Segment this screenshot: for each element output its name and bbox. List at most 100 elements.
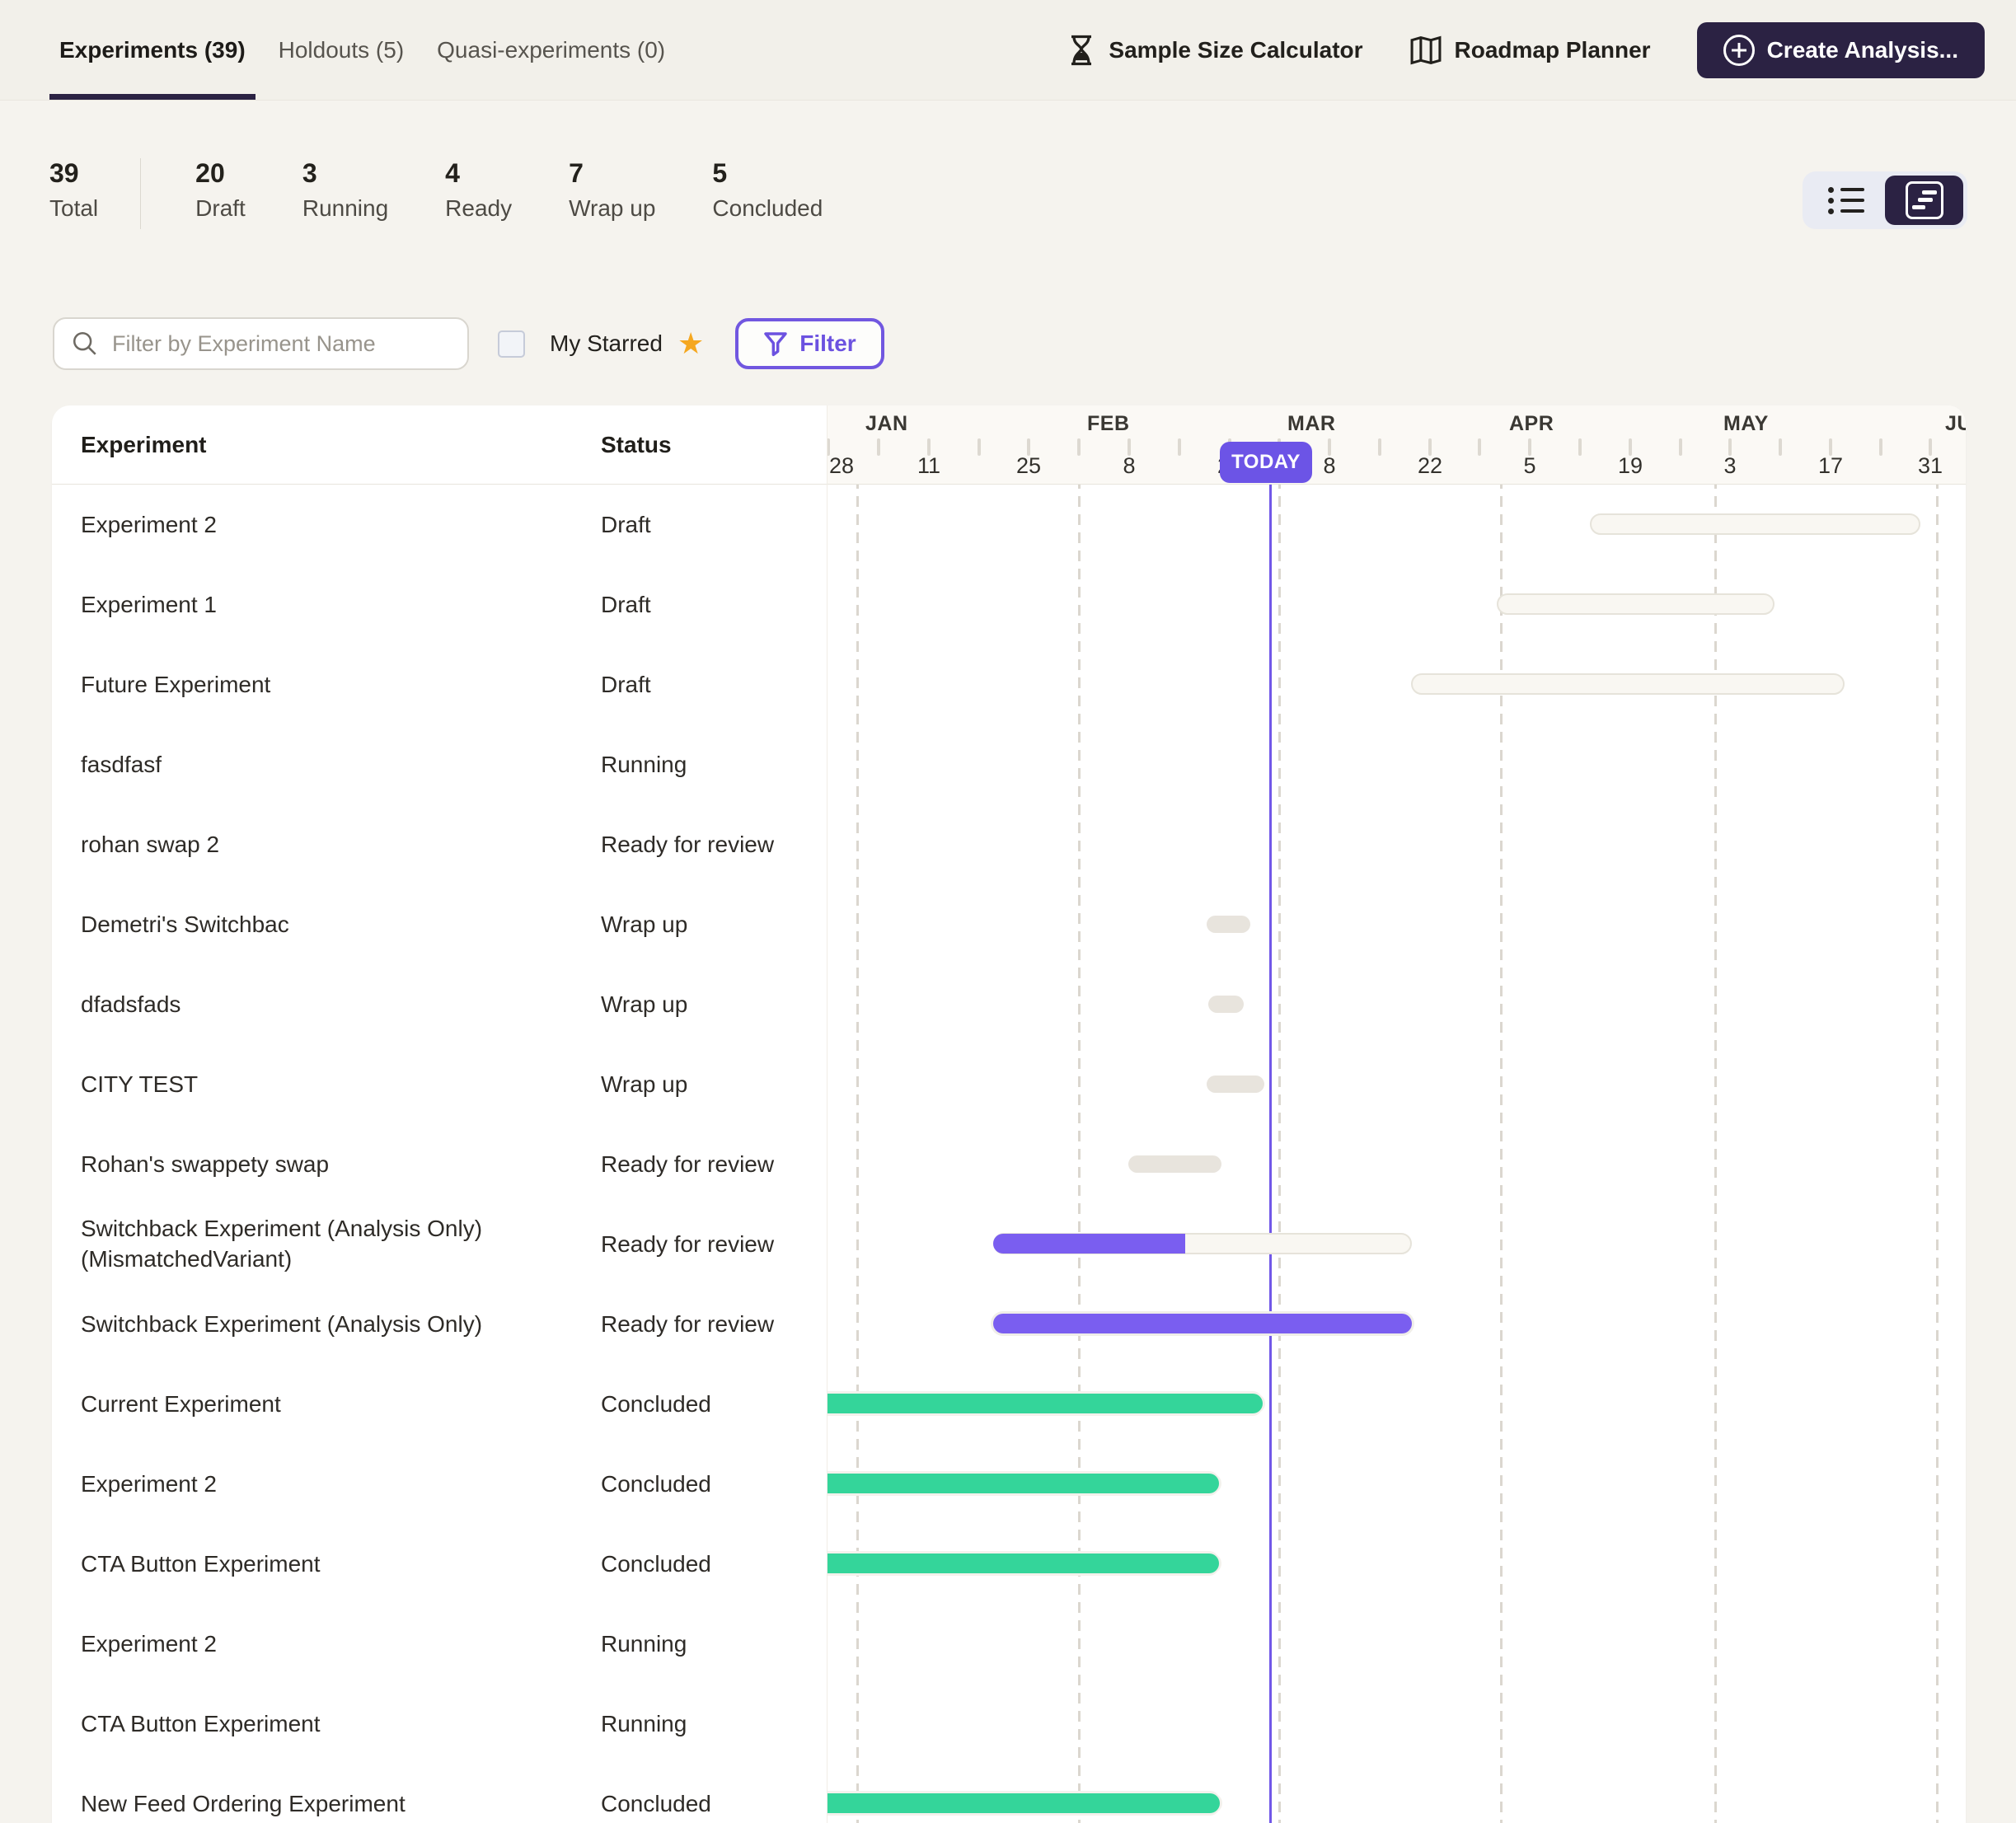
gantt-bar-wrapup[interactable] [1207,1076,1264,1093]
experiment-status: Ready for review [601,1229,774,1260]
experiments-panel: Experiment Status Experiment 2DraftExper… [52,405,1966,1823]
gantt-bar-draft[interactable] [1590,513,1920,535]
table-row[interactable]: Experiment 2Draft [52,485,827,565]
stat-label: Draft [195,195,246,222]
star-icon: ★ [677,329,704,359]
experiment-status: Ready for review [601,1149,774,1180]
date-label: 17 [1818,453,1843,479]
week-tick [1378,438,1381,456]
create-analysis-label: Create Analysis... [1767,37,1958,63]
experiment-name: Experiment 2 [81,1469,567,1500]
table-row[interactable]: Switchback Experiment (Analysis Only)Rea… [52,1284,827,1364]
month-gridline [1936,405,1939,1823]
tool-label: Sample Size Calculator [1109,37,1362,63]
table-row[interactable]: Switchback Experiment (Analysis Only) (M… [52,1204,827,1284]
table-row[interactable]: dfadsfadsWrap up [52,964,827,1044]
search-box[interactable] [53,317,469,370]
month-gridline [1078,405,1081,1823]
experiment-status: Wrap up [601,909,687,940]
filter-button[interactable]: Filter [735,318,884,369]
week-tick [877,438,880,456]
table-row[interactable]: Experiment 2Concluded [52,1444,827,1524]
timeline-view-button[interactable] [1885,176,1963,225]
experiment-status: Running [601,1629,687,1660]
month-label: APR [1509,412,1554,436]
roadmap-planner-button[interactable]: Roadmap Planner [1409,35,1651,66]
stat-running: 3Running [302,158,388,222]
sample-size-calculator-button[interactable]: Sample Size Calculator [1067,34,1362,67]
date-label: 19 [1618,453,1643,479]
table-row[interactable]: CITY TESTWrap up [52,1044,827,1124]
week-tick [1879,438,1882,456]
table-row[interactable]: Current Experiment Concluded [52,1364,827,1444]
experiment-name: Current Experiment [81,1389,567,1420]
month-label: MAY [1723,412,1769,436]
date-label: 11 [917,453,940,479]
my-starred-checkbox[interactable] [498,330,525,358]
stat-concluded: 5Concluded [712,158,823,222]
date-label: 8 [1323,453,1335,479]
table-row[interactable]: Future ExperimentDraft [52,644,827,724]
table-row[interactable]: CTA Button ExperimentRunning [52,1684,827,1764]
gantt-bar-progress[interactable] [993,1234,1185,1254]
experiment-status: Wrap up [601,1069,687,1100]
month-label: JAN [865,412,908,436]
experiment-name: CTA Button Experiment [81,1549,567,1580]
table-row[interactable]: fasdfasfRunning [52,724,827,804]
gantt-bar-concluded[interactable] [827,1394,1263,1413]
table-row[interactable]: rohan swap 2Ready for review [52,804,827,884]
gantt-bar-draft[interactable] [1411,673,1845,695]
table-row[interactable]: CTA Button ExperimentConcluded [52,1524,827,1604]
stats-summary: 39Total20Draft3Running4Ready7Wrap up5Con… [49,158,879,229]
month-label: JUN [1945,412,1966,436]
month-gridline [856,405,859,1823]
stats-divider [140,158,141,229]
experiment-name: fasdfasf [81,749,567,780]
stat-total: 39Total [49,158,98,222]
table-row[interactable]: Demetri's SwitchbacWrap up [52,884,827,964]
date-label: 28 [829,453,854,479]
search-input[interactable] [112,331,451,357]
experiment-status: Running [601,1708,687,1740]
experiment-name: Rohan's swappety swap [81,1149,567,1180]
experiment-status: Draft [601,669,651,701]
stat-label: Ready [445,195,512,222]
experiment-name: Switchback Experiment (Analysis Only) (M… [81,1213,567,1276]
filter-bar: My Starred ★ Filter [53,317,884,370]
gantt-bar-wrapup[interactable] [1128,1155,1221,1173]
experiment-status: Concluded [601,1389,711,1420]
topbar-actions: Sample Size Calculator Roadmap Planner C… [1067,22,1985,78]
gantt-bar-active[interactable] [993,1314,1412,1333]
gantt-bar-wrapup[interactable] [1207,916,1250,933]
funnel-icon [763,330,788,357]
experiment-status: Draft [601,589,651,621]
table-row[interactable]: New Feed Ordering ExperimentConcluded [52,1764,827,1823]
experiment-name: Experiment 2 [81,509,567,541]
gantt-bar-wrapup[interactable] [1208,996,1244,1013]
gantt-bar-concluded[interactable] [827,1474,1219,1493]
list-view-button[interactable] [1807,176,1885,225]
gantt-bar-concluded[interactable] [827,1793,1220,1813]
gantt-bar-concluded[interactable] [827,1554,1219,1573]
week-tick [1178,438,1181,456]
search-icon [71,330,99,358]
tab-1[interactable]: Holdouts (5) [279,0,405,100]
table-row[interactable]: Experiment 1Draft [52,565,827,644]
month-gridline [1500,405,1503,1823]
tab-2[interactable]: Quasi-experiments (0) [437,0,665,100]
gantt-bar-draft[interactable] [1497,593,1775,615]
tab-0[interactable]: Experiments (39) [59,0,246,100]
plus-circle-icon [1723,35,1755,66]
week-tick [1679,438,1682,456]
week-tick [1478,438,1481,456]
week-tick [1077,438,1081,456]
week-tick [1578,438,1582,456]
create-analysis-button[interactable]: Create Analysis... [1697,22,1985,78]
experiment-name: Experiment 2 [81,1629,567,1660]
top-bar: Experiments (39) Holdouts (5) Quasi-experi… [0,0,2016,101]
month-gridline [1714,405,1717,1823]
my-starred-toggle[interactable]: My Starred ★ [498,329,704,359]
table-row[interactable]: Rohan's swappety swap Ready for review [52,1124,827,1204]
today-badge: TODAY [1220,442,1312,483]
table-row[interactable]: Experiment 2 Running [52,1604,827,1684]
